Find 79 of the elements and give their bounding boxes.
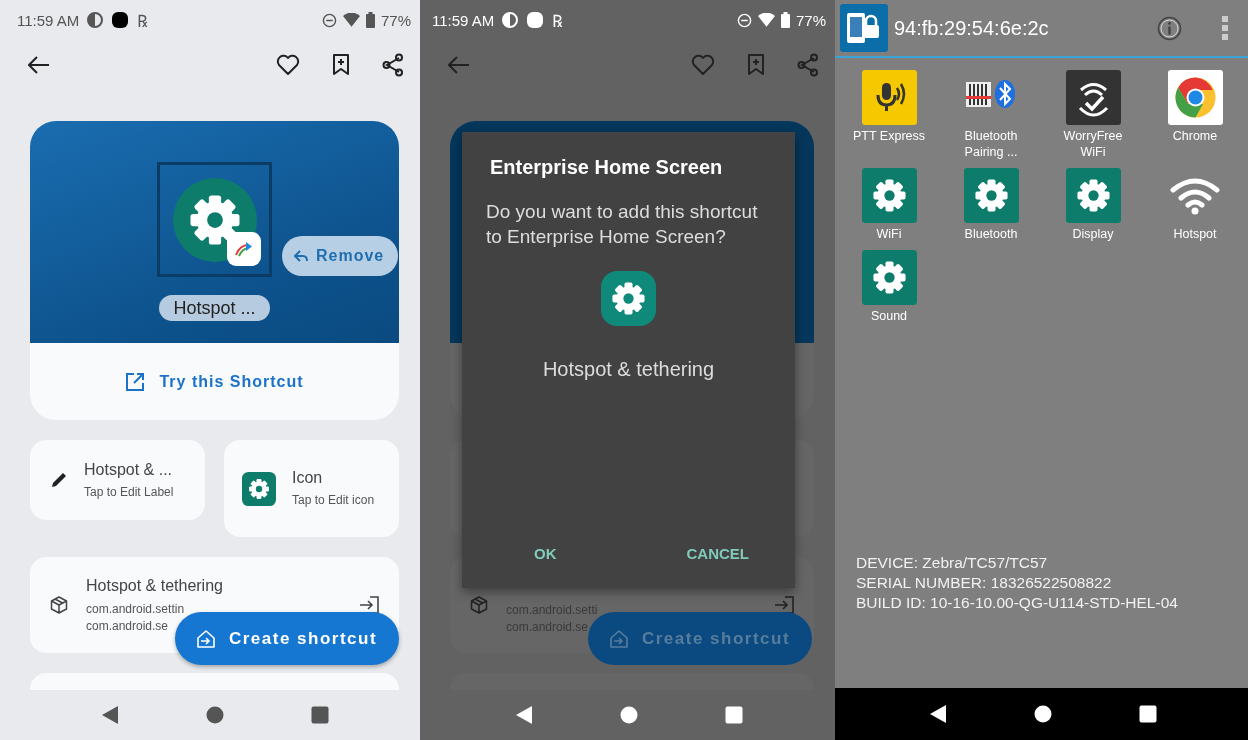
edit-option-card[interactable]: Hotspot & ... Tap to Edit Label <box>30 440 205 520</box>
app-label[interactable]: Sound <box>850 308 928 324</box>
app-label[interactable]: Chrome <box>1156 128 1234 144</box>
status-time: 11:59 AM <box>17 11 80 29</box>
back-nav-icon[interactable] <box>515 705 533 725</box>
settings-app-icon <box>1065 168 1121 223</box>
package-icon <box>50 596 68 614</box>
package-name: com.android.se <box>86 619 170 633</box>
settings-app-icon <box>861 250 917 305</box>
recents-nav-icon[interactable] <box>1139 705 1157 723</box>
battery-icon <box>365 12 375 28</box>
battery-icon <box>780 12 790 28</box>
do-not-disturb-icon <box>736 12 752 28</box>
reply-arrow-icon <box>294 250 308 262</box>
home-nav-icon[interactable] <box>620 706 638 724</box>
settings-app-icon <box>601 271 656 326</box>
half-circle-icon <box>502 12 519 28</box>
dialog-message: Do you want to add this shortcut to Enterprise Home Screen? <box>486 200 758 249</box>
settings-app-icon <box>861 168 917 223</box>
settings-app-icon <box>963 168 1019 223</box>
create-shortcut-button[interactable]: Create shortcut <box>175 612 399 665</box>
export-icon <box>609 629 628 648</box>
share-icon[interactable] <box>382 53 404 77</box>
home-nav-icon[interactable] <box>206 706 224 724</box>
dialog-button[interactable]: OK <box>530 539 561 568</box>
rx-icon: ℞ <box>137 8 149 32</box>
option-subtitle: Tap to Edit Label <box>84 483 174 500</box>
dialog-button[interactable]: CANCEL <box>682 539 753 568</box>
browser-app-icon <box>1167 70 1223 125</box>
notification-icon <box>111 11 130 29</box>
microphone-app-icon <box>861 70 917 125</box>
dialog-title: Enterprise Home Screen <box>490 156 724 179</box>
app-label[interactable]: Bluetooth <box>952 226 1030 242</box>
option-title: Hotspot & ... <box>84 460 174 479</box>
battery-percent: 77% <box>795 11 826 29</box>
device-info-line: SERIAL NUMBER: 18326522508822 <box>856 574 1113 592</box>
app-label[interactable]: Bluetooth Pairing ... <box>952 128 1030 160</box>
bookmark-plus-icon[interactable] <box>332 54 350 76</box>
shortcut-badge-icon <box>227 232 261 266</box>
app-label[interactable]: PTT Express <box>850 128 928 144</box>
option-title: Icon <box>292 469 324 487</box>
app-title: Hotspot & tethering <box>86 577 224 595</box>
do-not-disturb-icon <box>321 12 337 28</box>
try-shortcut-button[interactable]: Try this Shortcut <box>30 343 399 420</box>
device-info-line: BUILD ID: 10-16-10.00-QG-U114-STD-HEL-04 <box>856 594 1179 612</box>
notification-icon <box>526 11 545 29</box>
status-time: 11:59 AM <box>432 11 495 29</box>
heart-icon[interactable] <box>276 54 300 76</box>
lock-app-logo-icon <box>840 4 888 52</box>
option-subtitle: Tap to Edit icon <box>292 492 375 508</box>
app-label[interactable]: Display <box>1054 226 1132 242</box>
package-icon <box>470 596 488 614</box>
device-mac-address: 94:fb:29:54:6e:2c <box>894 16 1049 40</box>
half-circle-icon <box>87 12 104 28</box>
app-label[interactable]: WiFi <box>850 226 928 242</box>
wifi-app-icon <box>1170 175 1220 216</box>
create-shortcut-button[interactable]: Create shortcut <box>588 612 812 665</box>
wifi-icon <box>757 13 775 27</box>
pencil-icon <box>50 471 68 489</box>
back-nav-icon[interactable] <box>101 705 119 725</box>
back-nav-icon[interactable] <box>929 704 947 724</box>
info-icon[interactable] <box>1157 15 1182 41</box>
shortcut-label-chip: Hotspot ... <box>159 295 270 321</box>
battery-percent: 77% <box>380 11 411 29</box>
wifi-icon <box>342 13 360 27</box>
app-label[interactable]: Hotspot <box>1156 226 1234 242</box>
export-icon <box>196 629 215 648</box>
app-label[interactable]: WorryFree WiFi <box>1054 128 1132 160</box>
rx-icon: ℞ <box>552 8 564 32</box>
settings-app-icon <box>242 471 276 506</box>
device-info-line: DEVICE: Zebra/TC57/TC57 <box>856 554 1049 572</box>
sign-in-icon[interactable] <box>359 596 379 614</box>
wifi-check-app-icon <box>1065 70 1121 125</box>
back-arrow-icon[interactable] <box>28 56 50 74</box>
remove-button[interactable]: Remove <box>282 236 399 276</box>
open-in-new-icon <box>125 371 146 392</box>
app-name: Hotspot & tethering <box>542 358 715 381</box>
home-nav-icon[interactable] <box>1034 705 1052 723</box>
edit-option-card[interactable]: Icon Tap to Edit icon <box>224 440 399 537</box>
